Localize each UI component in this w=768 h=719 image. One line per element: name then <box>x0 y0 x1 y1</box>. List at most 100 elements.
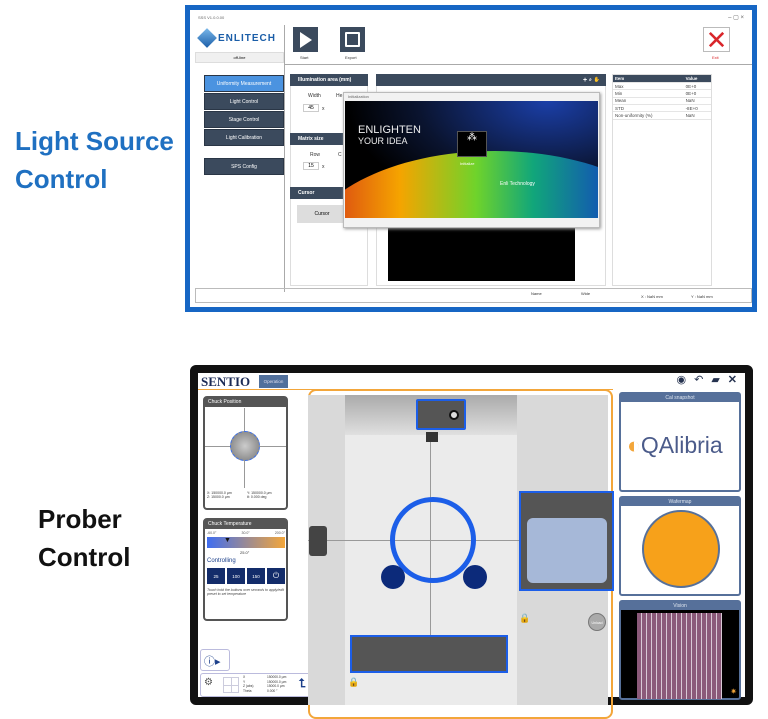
cell: 0E+0 <box>683 82 711 91</box>
illumination-header: Illumination area (mm) <box>290 74 368 86</box>
nav-stage-control[interactable]: Stage Control <box>204 111 284 128</box>
play-icon <box>299 31 312 48</box>
nav-light-calibration[interactable]: Light Calibration <box>204 129 284 146</box>
x-readout: X : NaN mm <box>641 294 663 299</box>
nav-light-control[interactable]: Light Control <box>204 93 284 110</box>
sps-config-button[interactable]: SPS Config <box>204 158 284 175</box>
lock-icon[interactable]: 🔒 <box>348 677 359 688</box>
caption-line: Prober <box>38 504 122 534</box>
row-input[interactable]: 15 <box>303 162 319 170</box>
table-row: Mean NaN <box>613 97 711 106</box>
col-header: Value <box>683 75 711 83</box>
temperature-bar <box>207 537 285 548</box>
panel-title: Vision <box>621 602 739 610</box>
panel-title: Chuck Temperature <box>205 520 286 529</box>
controlling-label: Controlling <box>207 558 236 564</box>
position-readout: X: 150000.0 µm Y: 150000.0 µm Z: 15000.0 µ… <box>207 491 287 499</box>
loader-tray[interactable] <box>350 635 508 673</box>
width-input[interactable]: 45 <box>303 104 319 112</box>
z-value: Z: 15000.0 µm <box>207 495 230 499</box>
undo-icon[interactable]: ↶ <box>694 373 703 386</box>
start-button[interactable] <box>293 27 318 52</box>
exit-label: Exit <box>712 55 719 60</box>
logo-text: QAlibria <box>640 432 723 458</box>
pan-icon[interactable]: ✋ <box>594 77 600 83</box>
preset-25-button[interactable]: 25 <box>207 568 225 584</box>
cell: STD <box>613 104 684 113</box>
light-source-caption: Light Source Control <box>15 122 174 198</box>
operation-mode-button[interactable]: Operation <box>259 375 288 388</box>
panel-title: Cal snapshot <box>621 394 739 402</box>
window-controls[interactable]: – ▢ × <box>728 14 744 21</box>
caption-line: Light Source <box>15 126 174 156</box>
prober-window: SENTIO Operation ◉ ↶ ▰ ✕ Chuck Position X: … <box>190 365 753 719</box>
cell: Max <box>613 82 684 91</box>
logo-text: ENLITECH <box>218 32 276 44</box>
grid-icon[interactable] <box>223 677 239 693</box>
cursor-button[interactable]: Cursor <box>297 205 347 223</box>
z-axis-icon[interactable]: ⮤ <box>299 676 306 691</box>
plus-icon[interactable]: + <box>583 77 587 84</box>
panel-title: Wafermap <box>621 498 739 506</box>
globe-icon[interactable]: ◉ <box>676 373 686 386</box>
trigger-icon[interactable]: ✷ <box>730 687 737 696</box>
wafer-map[interactable] <box>642 510 720 588</box>
header-icons: ◉ ↶ ▰ ✕ <box>676 373 737 386</box>
row-label: Row <box>310 152 321 158</box>
sentio-logo: SENTIO <box>201 374 251 389</box>
chuck-temperature-panel: Chuck Temperature -60.0° 30.0° 200.0° ▼ 25… <box>203 518 288 621</box>
axis-value: 15000.0 µm <box>267 684 285 688</box>
exit-button[interactable]: ✕ <box>703 25 730 55</box>
info-button[interactable]: ⓘ▸ <box>200 649 230 671</box>
splash-company: Enli Technology <box>500 181 535 187</box>
splash-title: Initialization <box>348 94 369 99</box>
width-label: Width <box>308 93 321 99</box>
splash-image: ENLIGHTEN YOUR IDEA ⁂ Initialize Enli Tec… <box>345 101 598 218</box>
unload-button[interactable]: Unload <box>588 613 606 631</box>
table-row: STD -8E+0 <box>613 104 711 113</box>
caption-line: Control <box>38 542 131 572</box>
folder-icon[interactable]: ▰ <box>711 373 719 386</box>
power-button[interactable]: ⏻ <box>267 568 285 584</box>
auxiliary-site[interactable] <box>519 491 614 591</box>
chuck-icon <box>230 431 260 461</box>
vision-panel: Vision ✷ <box>619 600 741 700</box>
temperature-hint: Touch hold the buttons over seconds to a… <box>207 588 284 596</box>
position-readout-bar: ⚙ XYZ (abs) Theta 150000.0 µm 150000.0 µm 1… <box>200 673 315 697</box>
info-icon: ⓘ <box>204 656 215 668</box>
temp-marker-icon: ▼ <box>224 537 231 544</box>
zoom-icon[interactable]: ⌕ <box>589 77 592 83</box>
preset-150-button[interactable]: 150 <box>247 568 265 584</box>
camera-module[interactable] <box>416 399 466 430</box>
wide-label: Wide <box>581 291 591 296</box>
stage-view: 🔒 🔒 Unload <box>308 395 614 705</box>
cell: NaN <box>683 111 711 120</box>
window-title: SSS V1.0.0.00 <box>198 15 225 20</box>
panel-title: Chuck Position <box>205 398 286 407</box>
splash-dialog: Initialization ENLIGHTEN YOUR IDEA ⁂ Init… <box>343 92 600 228</box>
col-label: C <box>338 152 342 158</box>
cell: Non-uniformity (%) <box>613 111 684 120</box>
status-bar: Name Wide X : NaN mm Y : NaN mm <box>195 288 752 303</box>
temp-min: -60.0° <box>207 531 217 535</box>
nav-uniformity-measurement[interactable]: Uniformity Measurement <box>204 75 284 92</box>
name-label: Name <box>531 291 542 296</box>
axis-labels: XYZ (abs) Theta <box>243 675 253 693</box>
plot-area <box>388 226 575 281</box>
export-button[interactable] <box>340 27 365 52</box>
current-temp: 25.0° <box>240 550 250 555</box>
times-label: x <box>322 106 325 112</box>
close-icon[interactable]: ✕ <box>728 373 737 386</box>
temp-max: 200.0° <box>274 531 285 535</box>
prober-caption: Prober Control <box>38 500 130 576</box>
col-header: Item <box>613 75 684 83</box>
splash-headline: ENLIGHTEN YOUR IDEA <box>358 125 421 147</box>
light-source-window: SSS V1.0.0.00 – ▢ × ENLITECH off-line St… <box>185 5 757 312</box>
cell: Mean <box>613 97 684 106</box>
probe-arm[interactable] <box>309 526 327 556</box>
lock-icon[interactable]: 🔒 <box>519 613 530 624</box>
joystick-icon[interactable]: ⚙ <box>204 677 213 688</box>
preset-100-button[interactable]: 100 <box>227 568 245 584</box>
table-row: Min 0E+0 <box>613 89 711 98</box>
close-icon: ✕ <box>705 25 728 55</box>
